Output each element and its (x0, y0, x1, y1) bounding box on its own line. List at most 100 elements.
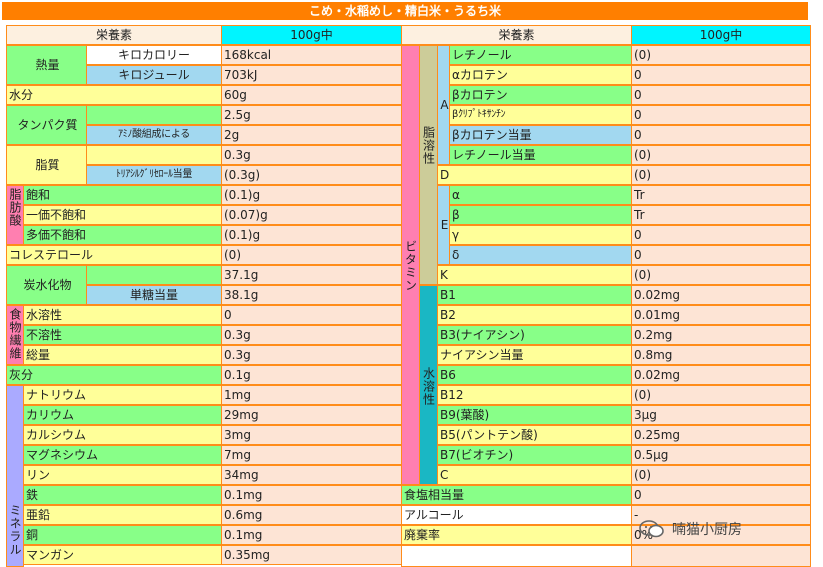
waste-rate-label: 廃棄率 (401, 525, 632, 545)
kj-label: キロジュール (86, 65, 222, 85)
table-title: こめ・水稲めし・精白米・うるち米 (2, 2, 808, 20)
triacylglycerol-value: (0.3g) (221, 165, 402, 185)
mineral-value: 0.35mg (221, 545, 402, 565)
mineral-value: 0.1mg (221, 485, 402, 505)
fat-blank (86, 145, 222, 165)
mineral-value: 3mg (221, 425, 402, 445)
fat-soluble-label: 脂溶性 (419, 45, 438, 285)
b-cryptoxanthin-label: βｸﾘﾌﾟﾄｷｻﾝﾁﾝ (449, 105, 632, 125)
b2-label: B2 (437, 305, 632, 325)
fat-label: 脂質 (6, 145, 87, 185)
poly-unsat-value: (0.1)g (221, 225, 402, 245)
b-carotene-eq-label: βカロテン当量 (449, 125, 632, 145)
b-carotene-eq-value: 0 (631, 125, 811, 145)
insoluble-label: 不溶性 (23, 325, 222, 345)
mineral-value: 0.6mg (221, 505, 402, 525)
a-carotene-label: αカロテン (449, 65, 632, 85)
mineral-name: カリウム (23, 405, 222, 425)
e-alpha-value: Tr (631, 185, 811, 205)
mineral-value: 1mg (221, 385, 402, 405)
niacin-eq-value: 0.8mg (631, 345, 811, 365)
insoluble-value: 0.3g (221, 325, 402, 345)
empty-cell (631, 545, 811, 567)
b5-label: B5(パントテン酸) (437, 425, 632, 445)
retinol-eq-value: (0) (631, 145, 811, 165)
water-value: 60g (221, 85, 402, 105)
fiber-total-label: 総量 (23, 345, 222, 365)
b-carotene-value: 0 (631, 85, 811, 105)
mineral-name: ナトリウム (23, 385, 222, 405)
b12-label: B12 (437, 385, 632, 405)
mineral-name: リン (23, 465, 222, 485)
e-gamma-label: γ (449, 225, 632, 245)
mono-unsat-value: (0.07)g (221, 205, 402, 225)
empty-cell (401, 545, 632, 567)
e-delta-label: δ (449, 245, 632, 265)
wechat-icon (639, 520, 664, 538)
b1-label: B1 (437, 285, 632, 305)
retinol-eq-label: レチノール当量 (449, 145, 632, 165)
protein-value: 2.5g (221, 105, 402, 125)
kcal-value: 168kcal (221, 45, 402, 65)
e-beta-value: Tr (631, 205, 811, 225)
salt-eq-label: 食塩相当量 (401, 485, 632, 505)
fiber-label: 食物繊維 (6, 305, 24, 365)
vitamin-k-label: K (437, 265, 632, 285)
b7-label: B7(ビオチン) (437, 445, 632, 465)
vitamin-label: ビタミン (401, 45, 420, 485)
e-beta-label: β (449, 205, 632, 225)
kcal-label: キロカロリー (86, 45, 222, 65)
carb-value: 37.1g (221, 265, 402, 285)
saturated-label: 飽和 (23, 185, 222, 205)
carb-blank (86, 265, 222, 285)
vitamin-d-value: (0) (631, 165, 811, 185)
protein-label: タンパク質 (6, 105, 87, 145)
e-delta-value: 0 (631, 245, 811, 265)
mono-sugar-value: 38.1g (221, 285, 402, 305)
poly-unsat-label: 多価不飽和 (23, 225, 222, 245)
cholesterol-value: (0) (221, 245, 402, 265)
fatty-acid-label: 脂肪酸 (6, 185, 24, 245)
b-carotene-label: βカロテン (449, 85, 632, 105)
b9-value: 3μg (631, 405, 811, 425)
vitamin-k-value: (0) (631, 265, 811, 285)
mineral-value: 29mg (221, 405, 402, 425)
mineral-label: ミネラル (6, 385, 24, 567)
mineral-value: 0.1mg (221, 525, 402, 545)
header-100g-right: 100g中 (631, 25, 811, 45)
mono-unsat-label: 一価不飽和 (23, 205, 222, 225)
carb-label: 炭水化物 (6, 265, 87, 305)
b3-value: 0.2mg (631, 325, 811, 345)
b12-value: (0) (631, 385, 811, 405)
kj-value: 703kJ (221, 65, 402, 85)
vitamin-c-value: (0) (631, 465, 811, 485)
header-100g-left: 100g中 (221, 25, 402, 45)
mineral-name: 銅 (23, 525, 222, 545)
salt-eq-value: 0 (631, 485, 811, 505)
b7-value: 0.5μg (631, 445, 811, 465)
ash-label: 灰分 (6, 365, 222, 385)
mineral-name: 亜鉛 (23, 505, 222, 525)
vitamin-d-label: D (437, 165, 632, 185)
water-soluble-label: 水溶性 (419, 285, 438, 485)
watermark-text: 喃猫小厨房 (672, 522, 742, 538)
retinol-value: (0) (631, 45, 811, 65)
soluble-label: 水溶性 (23, 305, 222, 325)
mineral-value: 7mg (221, 445, 402, 465)
b9-label: B9(葉酸) (437, 405, 632, 425)
b1-value: 0.02mg (631, 285, 811, 305)
energy-label: 熱量 (6, 45, 87, 85)
amino-value: 2g (221, 125, 402, 145)
mineral-name: カルシウム (23, 425, 222, 445)
fiber-total-value: 0.3g (221, 345, 402, 365)
b6-label: B6 (437, 365, 632, 385)
protein-blank (86, 105, 222, 125)
b-cryptoxanthin-value: 0 (631, 105, 811, 125)
mineral-name: 鉄 (23, 485, 222, 505)
mono-sugar-label: 単糖当量 (86, 285, 222, 305)
header-nutrient-left: 栄養素 (6, 25, 222, 45)
a-carotene-value: 0 (631, 65, 811, 85)
fat-value: 0.3g (221, 145, 402, 165)
mineral-name: マンガン (23, 545, 222, 565)
b3-label: B3(ナイアシン) (437, 325, 632, 345)
